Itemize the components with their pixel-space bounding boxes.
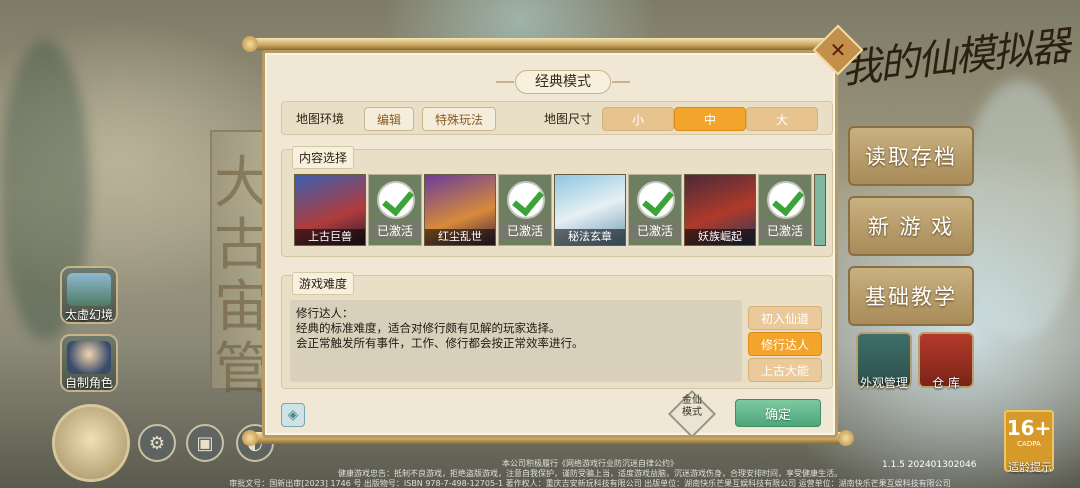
size-large-option[interactable]: 大 [746, 107, 818, 131]
difficulty-description: 修行达人： 经典的标准难度，适合对修行颇有见解的玩家选择。 会正常触发所有事件，… [290, 300, 742, 382]
difficulty-section: 游戏难度 修行达人： 经典的标准难度，适合对修行颇有见解的玩家选择。 会正常触发… [281, 272, 833, 389]
difficulty-beginner-button[interactable]: 初入仙道 [748, 306, 822, 330]
shield-icon[interactable]: ◈ [281, 403, 305, 427]
content-card-ancient-beast[interactable]: 上古巨兽 [294, 174, 366, 246]
rod-knob [242, 36, 258, 52]
difficulty-title: 游戏难度 [292, 272, 355, 295]
scroll-rod-top [250, 38, 848, 50]
age-rating-value: 16+ [1006, 416, 1052, 440]
difficulty-standard-button[interactable]: 修行达人 [748, 332, 822, 356]
character-icon [67, 341, 111, 374]
size-small-option[interactable]: 小 [602, 107, 674, 131]
difficulty-hard-button[interactable]: 上古大能 [748, 358, 822, 382]
cloud-decoration [960, 80, 1080, 340]
map-settings-row: 地图环境 编辑 特殊玩法 地图尺寸 小 中 大 [281, 101, 833, 135]
image-icon[interactable]: ▣ [186, 424, 224, 462]
content-name: 妖族崛起 [685, 229, 755, 245]
content-card-demon-rise[interactable]: 妖族崛起 [684, 174, 756, 246]
activation-toggle[interactable]: 已激活 [628, 174, 682, 246]
footer-line: 审批文号：国新出审[2023] 1746 号 出版物号：ISBN 978-7-4… [229, 479, 951, 488]
content-selection-section: 内容选择 上古巨兽 已激活 红尘乱世 已激活 秘法玄章 已激活 妖族崛起 已激活 [281, 146, 833, 257]
difficulty-desc-line: 会正常触发所有事件，工作、修行都会按正常效率进行。 [296, 336, 584, 350]
checkmark-icon [507, 181, 545, 219]
classic-mode-dialog: 经典模式 地图环境 编辑 特殊玩法 地图尺寸 小 中 大 内容选择 上古巨兽 已… [262, 50, 838, 439]
activation-toggle[interactable]: 已激活 [758, 174, 812, 246]
load-save-button[interactable]: 读取存档 [848, 126, 974, 186]
activation-status: 已激活 [499, 222, 551, 239]
taixu-dream-label: 太虚幻境 [64, 308, 113, 322]
checkmark-icon [767, 181, 805, 219]
tutorial-button[interactable]: 基础教学 [848, 266, 974, 326]
content-name: 秘法玄章 [555, 229, 625, 245]
checkmark-icon [637, 181, 675, 219]
activation-status: 已激活 [629, 222, 681, 239]
rod-knob [242, 430, 258, 446]
age-rating-label: 适龄提示 [1008, 461, 1052, 474]
map-env-label: 地图环境 [296, 112, 345, 126]
rod-knob [838, 430, 854, 446]
map-size-label: 地图尺寸 [544, 112, 593, 126]
player-avatar[interactable] [52, 404, 130, 482]
new-game-button[interactable]: 新 游 戏 [848, 196, 974, 256]
dialog-title: 经典模式 [496, 70, 630, 94]
activation-status: 已激活 [369, 222, 421, 239]
edit-button[interactable]: 编辑 [364, 107, 414, 131]
confirm-button[interactable]: 确定 [735, 399, 821, 427]
content-card-partial[interactable] [814, 174, 826, 246]
appearance-label: 外观管理 [859, 376, 908, 390]
size-medium-option[interactable]: 中 [674, 107, 746, 131]
mountain-icon [67, 273, 111, 306]
content-name: 红尘乱世 [425, 229, 495, 245]
content-name: 上古巨兽 [295, 229, 365, 245]
activation-toggle[interactable]: 已激活 [368, 174, 422, 246]
difficulty-desc-line: 经典的标准难度，适合对修行颇有见解的玩家选择。 [296, 321, 561, 335]
difficulty-desc-line: 修行达人： [296, 306, 354, 320]
activation-status: 已激活 [759, 222, 811, 239]
activation-toggle[interactable]: 已激活 [498, 174, 552, 246]
checkmark-icon [377, 181, 415, 219]
content-card-secret-arts[interactable]: 秘法玄章 [554, 174, 626, 246]
storehouse-label: 仓 库 [932, 376, 960, 390]
content-title: 内容选择 [292, 146, 355, 169]
gear-icon[interactable]: ⚙ [138, 424, 176, 462]
age-rating-org: CADPA [1017, 440, 1041, 448]
content-card-turbulent-world[interactable]: 红尘乱世 [424, 174, 496, 246]
special-play-button[interactable]: 特殊玩法 [422, 107, 496, 131]
close-icon: ✕ [829, 38, 847, 62]
map-size-selector: 小 中 大 [602, 107, 820, 131]
custom-character-label: 自制角色 [64, 376, 113, 390]
golden-immortal-mode-label: 金仙 模式 [682, 395, 702, 418]
